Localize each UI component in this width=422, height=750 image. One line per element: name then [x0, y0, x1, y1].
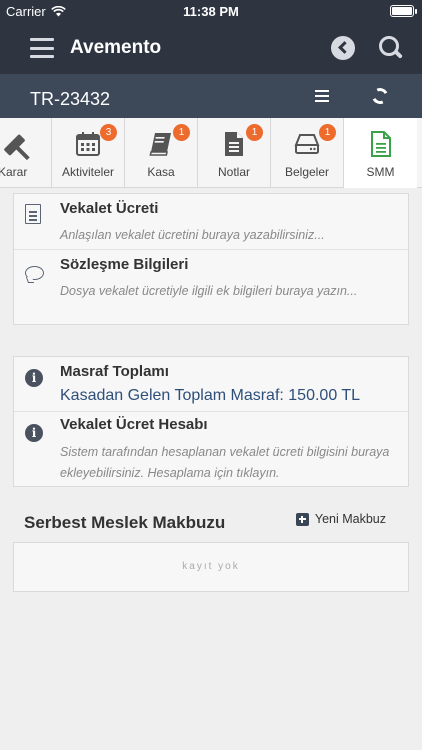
- fee-calculation-description: Sistem tarafından hesaplanan vekalet ücr…: [60, 445, 390, 480]
- fee-title: Vekalet Ücreti: [60, 200, 159, 217]
- document-outline-icon: [25, 204, 41, 224]
- app-title: Avemento: [70, 37, 162, 58]
- tab-karar[interactable]: Karar: [0, 118, 52, 188]
- new-receipt-button[interactable]: Yeni Makbuz: [295, 512, 386, 526]
- expense-total-title: Masraf Toplamı: [60, 363, 169, 380]
- list-icon[interactable]: [315, 90, 329, 102]
- case-number: TR-23432: [30, 89, 111, 109]
- tab-bar: Karar 3 Aktiviteler 1 Kasa 1 Notlar 1 Be…: [0, 118, 422, 188]
- clock: 11:38 PM: [183, 4, 239, 19]
- tab-label: Kasa: [147, 165, 175, 179]
- cash-count-badge: 1: [173, 124, 190, 141]
- contract-row[interactable]: Sözleşme Bilgileri Dosya vekalet ücretiy…: [14, 250, 408, 326]
- empty-state: kayıt yok: [13, 542, 409, 592]
- status-bar: Carrier 11:38 PM: [0, 0, 422, 22]
- tab-notlar[interactable]: 1 Notlar: [198, 118, 271, 188]
- hamburger-menu-icon[interactable]: [30, 38, 54, 58]
- tab-smm[interactable]: SMM: [344, 118, 417, 188]
- fee-input-placeholder[interactable]: Anlaşılan vekalet ücretini buraya yazabi…: [60, 225, 325, 246]
- activity-count-badge: 3: [100, 124, 117, 141]
- expense-total-value: Kasadan Gelen Toplam Masraf: 150.00 TL: [60, 387, 361, 404]
- tab-belgeler[interactable]: 1 Belgeler: [271, 118, 344, 188]
- chat-bubble-icon: [25, 266, 44, 280]
- tab-aktiviteler[interactable]: 3 Aktiviteler: [52, 118, 125, 188]
- notes-count-badge: 1: [246, 124, 263, 141]
- info-icon: i: [25, 369, 43, 387]
- tab-label: Karar: [0, 165, 28, 179]
- fee-calculation-row[interactable]: i Vekalet Ücret Hesabı Sistem tarafından…: [14, 412, 408, 488]
- fee-calculation-title: Vekalet Ücret Hesabı: [60, 416, 208, 433]
- tab-label: Belgeler: [284, 165, 330, 179]
- battery-icon: [390, 5, 417, 17]
- refresh-icon[interactable]: [369, 85, 391, 107]
- contract-title: Sözleşme Bilgileri: [60, 256, 189, 273]
- book-icon: [149, 133, 171, 156]
- case-header: TR-23432: [0, 74, 422, 118]
- info-icon: i: [25, 424, 43, 442]
- documents-count-badge: 1: [319, 124, 336, 141]
- calendar-icon: [76, 132, 100, 156]
- gavel-icon: [4, 134, 30, 161]
- tab-label: SMM: [366, 165, 395, 179]
- search-icon[interactable]: [378, 35, 404, 61]
- document-icon: [225, 132, 243, 156]
- contract-input-placeholder[interactable]: Dosya vekalet ücretiyle ilgili ek bilgil…: [60, 281, 357, 302]
- plus-icon: [295, 512, 309, 526]
- tab-label: Aktiviteler: [61, 165, 114, 179]
- expense-total-row: i Masraf Toplamı Kasadan Gelen Toplam Ma…: [14, 357, 408, 412]
- section-title: Serbest Meslek Makbuzu: [24, 513, 226, 532]
- nav-bar: Avemento: [0, 22, 422, 74]
- back-icon[interactable]: [331, 36, 355, 60]
- receipt-icon: [370, 131, 391, 157]
- fee-row[interactable]: Vekalet Ücreti Anlaşılan vekalet ücretin…: [14, 194, 408, 250]
- new-receipt-label: Yeni Makbuz: [314, 512, 386, 526]
- expense-card: i Masraf Toplamı Kasadan Gelen Toplam Ma…: [13, 356, 409, 487]
- tab-kasa[interactable]: 1 Kasa: [125, 118, 198, 188]
- hard-drive-icon: [294, 134, 320, 154]
- fee-card: Vekalet Ücreti Anlaşılan vekalet ücretin…: [13, 193, 409, 325]
- tab-label: Notlar: [217, 165, 250, 179]
